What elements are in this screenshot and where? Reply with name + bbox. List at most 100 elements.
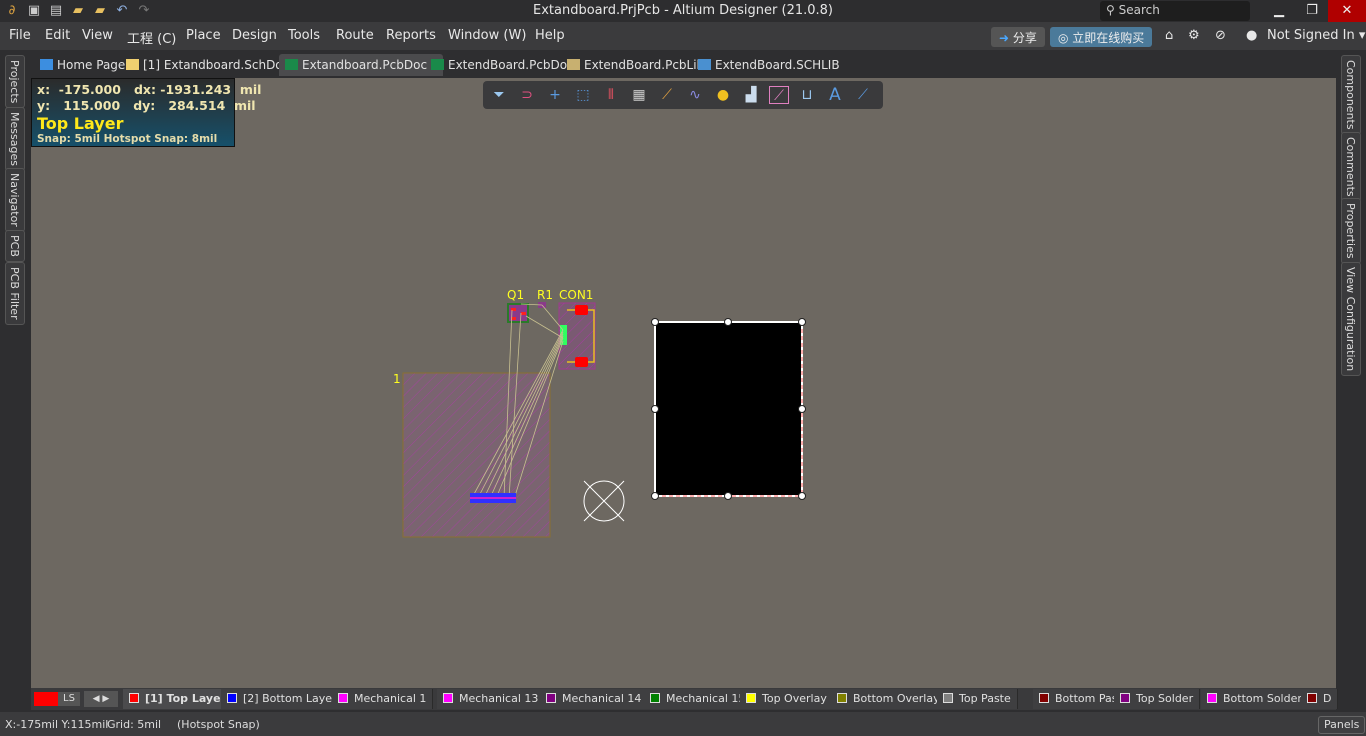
align-icon[interactable]: ⫴ [601,86,621,104]
menu-route[interactable]: Route [336,28,374,43]
pcb-canvas[interactable]: 1 Q1 R1 CON1 [31,78,1336,688]
menu-reports[interactable]: Reports [386,28,436,43]
restore-button[interactable]: ❐ [1293,0,1331,22]
hud-layer: Top Layer [37,114,124,133]
document-tabs: Home Page [1] Extandboard.SchDoc * Extan… [30,52,1336,78]
home-icon[interactable]: ⌂ [1165,28,1173,43]
cross-icon[interactable]: + [545,86,565,104]
line-icon[interactable]: ⟋ [853,86,873,104]
panel-tab-navigator[interactable]: Navigator [5,168,25,232]
menu-tools[interactable]: Tools [288,28,320,43]
search-input[interactable]: ⚲ Search [1100,1,1250,21]
layer-color-swatch [1039,693,1049,703]
component-con1[interactable] [558,302,596,370]
layer-tab[interactable]: Top Solder [1114,689,1201,709]
polygon-icon[interactable]: ▟ [741,86,761,104]
designator-r1: R1 [537,288,553,302]
pcb-icon [285,59,298,70]
close-button[interactable]: ✕ [1328,0,1366,22]
schlib-icon [698,59,711,70]
menu-bar: File Edit View 工程 (C) Place Design Tools… [0,22,1366,50]
panel-label: Projects [8,60,21,104]
fill-icon[interactable]: ⟋ [769,86,789,104]
tab-schlib[interactable]: ExtendBoard.SCHLIB [692,54,846,76]
diff-pair-icon[interactable]: ∿ [685,86,705,104]
interactive-route-icon[interactable]: ⊃ [517,86,537,104]
account-menu[interactable]: Not Signed In ▾ [1267,28,1365,43]
via-icon[interactable]: ● [713,86,733,104]
layer-color-swatch [129,693,139,703]
layer-color-swatch [1307,693,1317,703]
component-icon[interactable]: ▦ [629,86,649,104]
layer-color-swatch [1207,693,1217,703]
panel-tab-view-configuration[interactable]: View Configuration [1341,262,1361,377]
component-q1[interactable] [507,303,529,323]
panel-tab-pcb[interactable]: PCB [5,230,25,262]
tab-pcblib[interactable]: ExtendBoard.PcbLib [561,54,710,76]
selected-black-fill[interactable] [651,318,806,500]
filter-icon[interactable]: ⏷ [489,86,509,104]
account-label: Not Signed In [1267,28,1355,43]
route-icon[interactable]: ⟋ [657,86,677,104]
connector-j1[interactable] [470,493,516,503]
layer-label: Mechanical 13 [459,692,539,705]
layer-tab[interactable]: Mechanical 13 [437,689,546,709]
select-rect-icon[interactable]: ⬚ [573,86,593,104]
panel-tab-components[interactable]: Components [1341,55,1361,135]
panels-button[interactable]: Panels [1318,716,1366,734]
hud-snap: Snap: 5mil Hotspot Snap: 8mil [37,133,218,145]
notifications-off-icon[interactable]: ⊘ [1215,28,1226,43]
tab-extendboard-pcbdoc[interactable]: ExtendBoard.PcbDoc [425,54,580,76]
layer-tab[interactable]: Top Paste [937,689,1018,709]
layer-label: Mechanical 14 [562,692,642,705]
layer-label: Bottom Overlay [853,692,940,705]
tab-pcbdoc-active[interactable]: Extandboard.PcbDoc * [279,54,443,76]
dimension-icon[interactable]: ⊔ [797,86,817,104]
menu-design[interactable]: Design [232,28,277,43]
menu-view[interactable]: View [82,28,113,43]
buy-icon: ◎ [1058,31,1073,45]
layer-scroll-buttons[interactable]: ◀ ▶ [84,691,118,707]
layer-set-button[interactable]: LS [58,692,80,706]
active-bar: ⏷ ⊃ + ⬚ ⫴ ▦ ⟋ ∿ ● ▟ ⟋ ⊔ A ⟋ [483,81,883,109]
menu-edit[interactable]: Edit [45,28,70,43]
buy-online-button[interactable]: ◎ 立即在线购买 [1050,27,1153,47]
layer-tab[interactable]: Mechanical 15 [644,689,753,709]
layer-tab[interactable]: D [1301,689,1339,709]
tab-schdoc[interactable]: [1] Extandboard.SchDoc * [120,54,305,76]
menu-project[interactable]: 工程 (C) [127,28,176,47]
layer-tab[interactable]: Mechanical 14 [540,689,649,709]
schematic-icon [126,59,139,70]
panel-label: Navigator [8,173,21,227]
layer-tab[interactable]: Top Overlay [740,689,834,709]
hud-y-row: y: 115.000 dy: 284.514 mil [37,98,256,113]
tab-home-page[interactable]: Home Page [34,54,131,76]
string-icon[interactable]: A [825,86,845,104]
layer-tab[interactable]: [2] Bottom Layer [221,689,344,709]
panel-tab-messages[interactable]: Messages [5,107,25,171]
panel-tab-comments[interactable]: Comments [1341,132,1361,202]
layer-label: D [1323,692,1332,705]
layer-label: Top Overlay [762,692,827,705]
share-label: 分享 [1012,31,1037,45]
menu-window[interactable]: Window (W) [448,28,526,43]
panel-tab-properties[interactable]: Properties [1341,198,1361,264]
current-layer-color[interactable] [34,692,58,706]
panel-label: PCB Filter [8,267,21,320]
tab-label: ExtendBoard.PcbDoc [448,58,574,72]
menu-help[interactable]: Help [535,28,565,43]
tab-label: [1] Extandboard.SchDoc * [143,58,300,72]
tab-label: ExtendBoard.SCHLIB [715,58,840,72]
layer-tab[interactable]: Bottom Overlay [831,689,947,709]
gear-icon[interactable]: ⚙ [1188,28,1200,43]
menu-file[interactable]: File [9,28,31,43]
layer-tab[interactable]: Bottom Solder [1201,689,1309,709]
panel-tab-pcb-filter[interactable]: PCB Filter [5,262,25,325]
layer-tab[interactable]: [1] Top Layer [123,689,233,709]
layer-tab[interactable]: Mechanical 1 [332,689,434,709]
hud-x-row: x: -175.000 dx: -1931.243 mil [37,82,262,97]
title-bar: ∂ ▣ ▤ ▰ ▰ ↶ ↷ Extandboard.PrjPcb - Altiu… [0,0,1366,22]
menu-place[interactable]: Place [186,28,221,43]
share-button[interactable]: ➜ 分享 [991,27,1045,47]
panel-tab-projects[interactable]: Projects [5,55,25,109]
